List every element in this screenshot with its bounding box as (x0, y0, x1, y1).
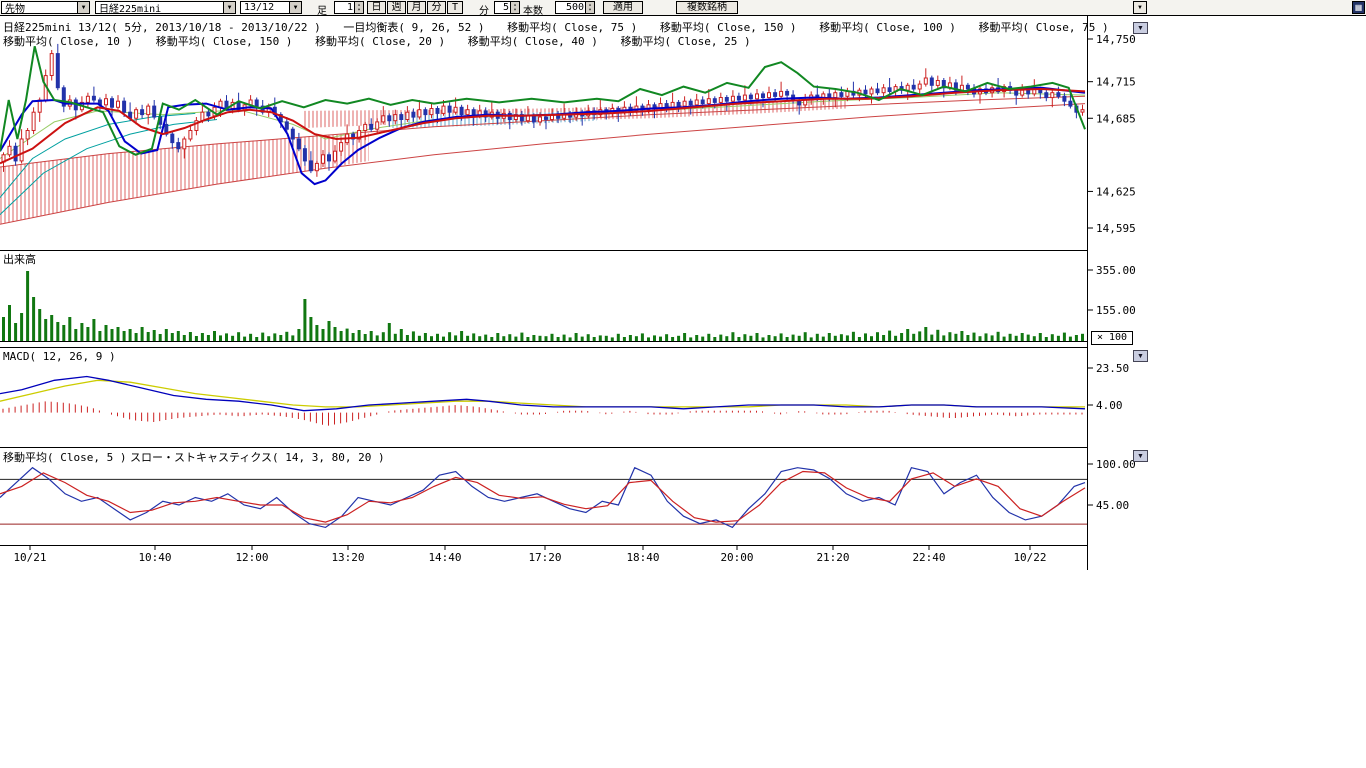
legend-item: 移動平均( Close, 150 ) (156, 35, 293, 48)
stochastics (0, 468, 1087, 528)
legend-item: 移動平均( Close, 20 ) (315, 35, 445, 48)
x-axis-label: 17:20 (528, 551, 561, 564)
window-icon-button[interactable]: ▦ (1352, 1, 1365, 14)
y-axis-label: 355.00 (1096, 264, 1136, 277)
stoch-panel-title: スロー・ストキャスティクス( 14, 3, 80, 20 ) (130, 449, 385, 465)
price-legend-line2: 移動平均( Close, 10 ) 移動平均( Close, 150 ) 移動平… (3, 33, 767, 49)
y-axis-label: 14,595 (1096, 222, 1136, 235)
contract-select[interactable]: 13/12 ▼ (240, 1, 302, 14)
volume-panel-title: 出来高 (3, 251, 36, 267)
x-axis-label: 10/21 (13, 551, 46, 564)
volume-bars (0, 271, 1087, 342)
bar-count-value: 1 (335, 2, 354, 13)
macd-line (0, 377, 1085, 411)
x-axis-label: 10/22 (1013, 551, 1046, 564)
legend-item: 移動平均( Close, 40 ) (468, 35, 598, 48)
period-week-button[interactable]: 週 (387, 1, 406, 14)
price-panel-collapse-button[interactable]: ▼ (1133, 22, 1148, 34)
y-axis-label: 14,715 (1096, 76, 1136, 89)
market-select-value: 先物 (5, 1, 25, 14)
period-tick-button[interactable]: T (447, 1, 463, 14)
stoch-panel-collapse-button[interactable]: ▼ (1133, 450, 1148, 462)
toolbar: 先物 ▼ 日経225mini ▼ 13/12 ▼ 足 1 ▴▾ 日 週 月 分 … (0, 0, 1366, 16)
x-axis-label: 13:20 (331, 551, 364, 564)
scroll-up-button[interactable]: ▼ (1133, 1, 1147, 14)
y-axis-label: 45.00 (1096, 499, 1129, 512)
count-value: 500 (556, 2, 585, 13)
stoch-ma-title: 移動平均( Close, 5 ) (3, 449, 126, 465)
legend-item: 移動平均( Close, 75 ) (979, 21, 1109, 34)
y-axis-label: 100.00 (1096, 458, 1136, 471)
macd-panel-collapse-button[interactable]: ▼ (1133, 350, 1148, 362)
chevron-down-icon[interactable]: ▼ (77, 2, 89, 13)
x-axis-label: 21:20 (816, 551, 849, 564)
x-axis-label: 14:40 (428, 551, 461, 564)
period-day-button[interactable]: 日 (367, 1, 386, 14)
x-axis-label: 18:40 (626, 551, 659, 564)
y-axis-label: 14,625 (1096, 185, 1136, 198)
macd-lines (0, 377, 1085, 411)
bar-count-input[interactable]: 1 ▴▾ (334, 1, 364, 14)
x-axis-label: 10:40 (138, 551, 171, 564)
y-axis-label: 14,685 (1096, 112, 1136, 125)
y-axis-label: 23.50 (1096, 362, 1129, 375)
chevron-down-icon[interactable]: ▼ (223, 2, 235, 13)
count-input[interactable]: 500 ▴▾ (555, 1, 595, 14)
macd-panel-title: MACD( 12, 26, 9 ) (3, 350, 116, 363)
contract-select-value: 13/12 (244, 2, 274, 13)
legend-item: 移動平均( Close, 25 ) (621, 35, 751, 48)
volume-multiplier: × 100 (1091, 331, 1133, 345)
x-axis-label: 12:00 (235, 551, 268, 564)
legend-item: 移動平均( Close, 10 ) (3, 35, 133, 48)
y-axis: 14,75014,71514,68514,62514,595355.00155.… (1087, 33, 1136, 512)
minute-value: 5 (495, 2, 510, 13)
spinner-icon[interactable]: ▴▾ (510, 2, 519, 13)
symbol-select-value: 日経225mini (99, 1, 161, 14)
x-axis-label: 22:40 (912, 551, 945, 564)
count-label: 本数 (523, 2, 543, 17)
period-month-button[interactable]: 月 (407, 1, 426, 14)
minute-label: 分 (479, 2, 489, 17)
minute-input[interactable]: 5 ▴▾ (494, 1, 520, 14)
legend-item: 移動平均( Close, 100 ) (819, 21, 956, 34)
multi-symbol-button[interactable]: 複数銘柄 (676, 1, 738, 14)
bar-type-label: 足 (317, 2, 327, 17)
stoch-fast-line (0, 468, 1085, 528)
symbol-select[interactable]: 日経225mini ▼ (95, 1, 236, 14)
trading-chart-app: 先物 ▼ 日経225mini ▼ 13/12 ▼ 足 1 ▴▾ 日 週 月 分 … (0, 0, 1366, 768)
ma-green-line (0, 46, 1085, 155)
market-select[interactable]: 先物 ▼ (1, 1, 90, 14)
apply-button[interactable]: 適用 (603, 1, 643, 14)
x-axis-label: 20:00 (720, 551, 753, 564)
spinner-icon[interactable]: ▴▾ (585, 2, 594, 13)
y-axis-label: 4.00 (1096, 399, 1123, 412)
period-minute-button[interactable]: 分 (427, 1, 446, 14)
x-axis: 10/21 10:40 12:00 13:20 14:40 17:20 18:40 20:00… (13, 545, 1046, 564)
chart-canvas[interactable]: 14,75014,71514,68514,62514,595355.00155.… (0, 0, 1366, 768)
spinner-icon[interactable]: ▴▾ (354, 2, 363, 13)
y-axis-label: 155.00 (1096, 304, 1136, 317)
chevron-down-icon[interactable]: ▼ (289, 2, 301, 13)
